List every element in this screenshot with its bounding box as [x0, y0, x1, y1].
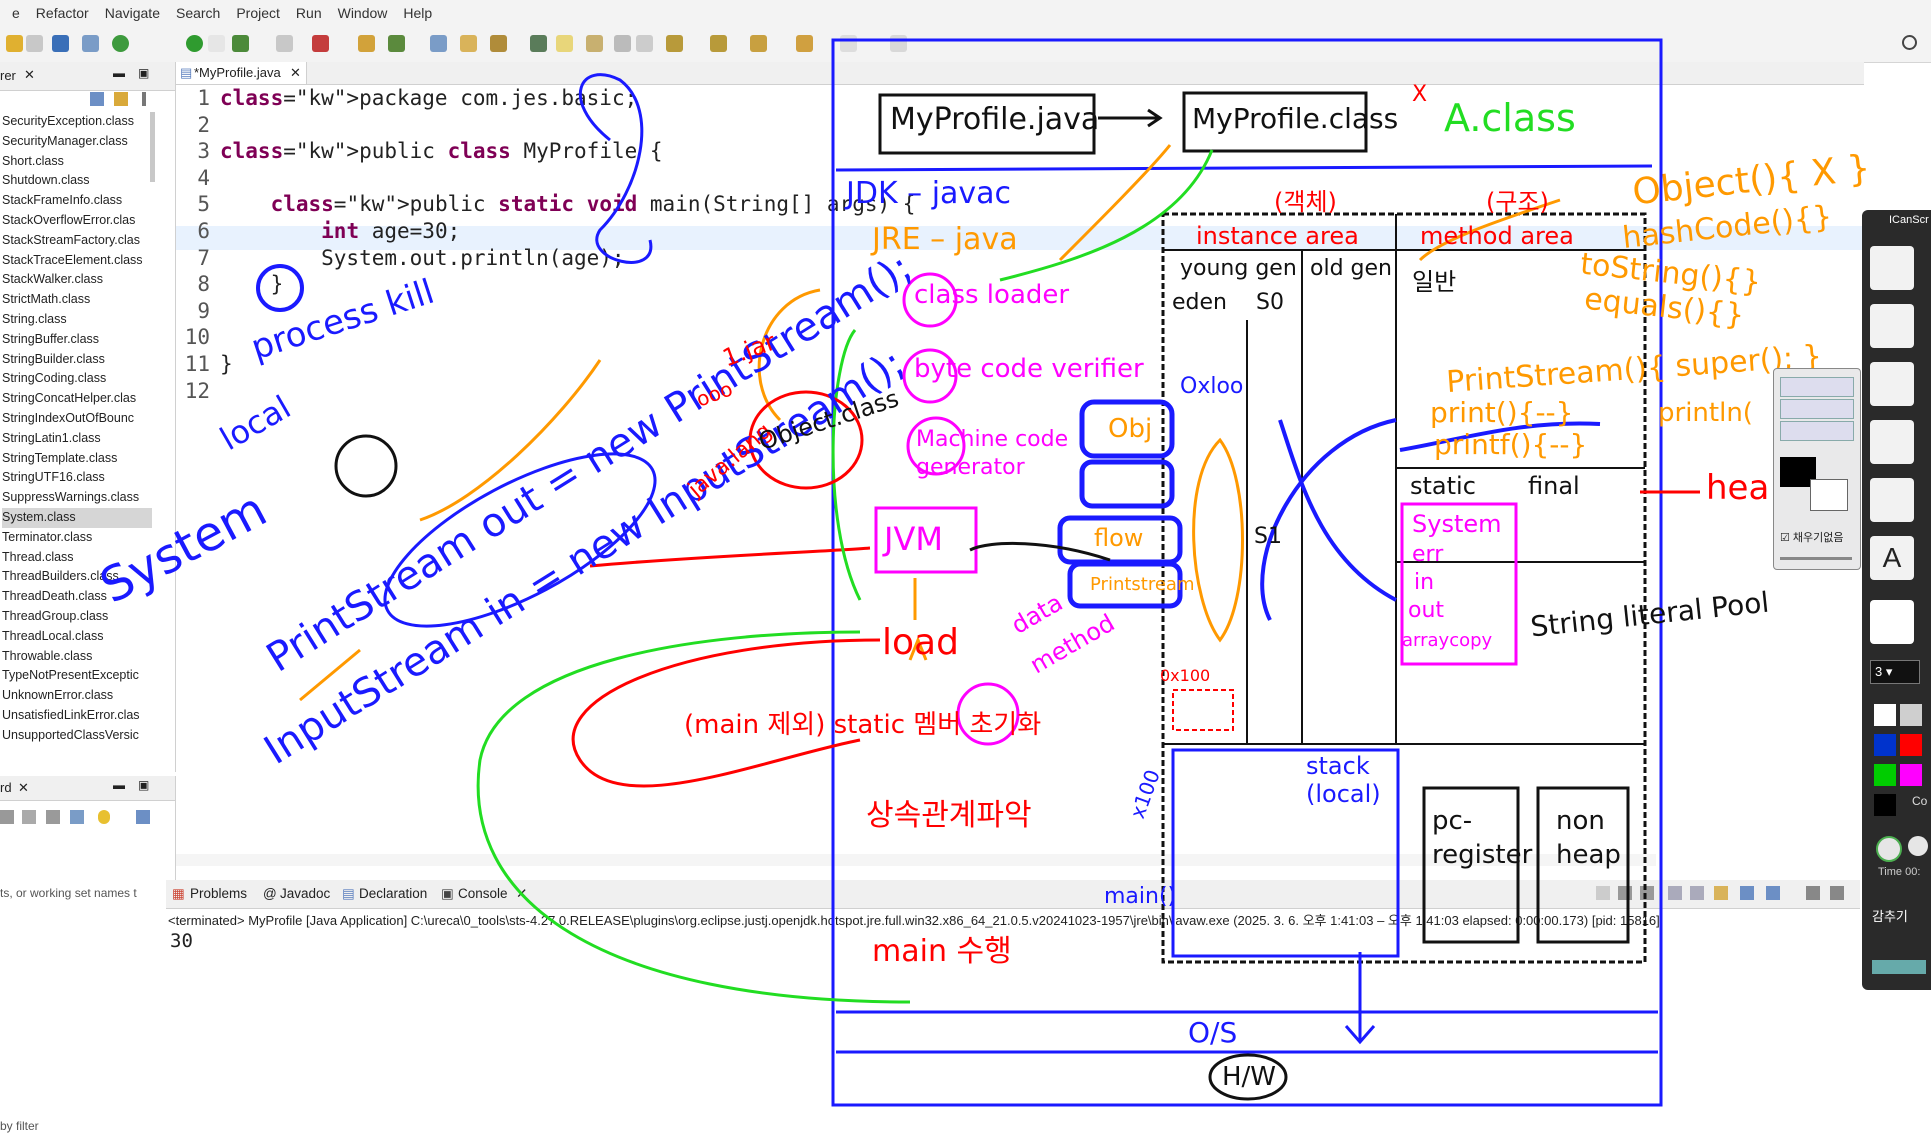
freehand-pen-icon[interactable]: [1870, 304, 1914, 348]
annotation-non-heap: non heap: [1556, 806, 1621, 870]
annotation-print: print(){--}: [1430, 396, 1574, 429]
annotation-heap: hea: [1706, 468, 1770, 508]
marker-tool-icon[interactable]: [1870, 600, 1914, 644]
annotation-instance-area: instance area: [1196, 222, 1359, 250]
line-style-dashed[interactable]: [1780, 421, 1854, 441]
color-swatch[interactable]: [1900, 704, 1922, 726]
annotation-oxloo: Oxloo: [1180, 374, 1244, 399]
annotation-eden: eden: [1172, 290, 1227, 315]
annotation-hw: H/W: [1222, 1062, 1277, 1092]
circle-tool-icon[interactable]: [1870, 420, 1914, 464]
no-fill-preview: [1810, 479, 1848, 511]
annotation-general-kr: 일반: [1412, 268, 1457, 296]
annotation-jdk: JDK – javac: [846, 176, 1012, 211]
annotation-inherit: 상속관계파악: [866, 798, 1032, 833]
blue-down-arrow: [1344, 952, 1376, 1045]
annotation-x-mark: X: [1412, 82, 1428, 107]
jvm-link: [969, 541, 1111, 562]
line-style-medium[interactable]: [1780, 399, 1854, 419]
opacity-slider[interactable]: [1780, 557, 1852, 560]
annotation-main-paren: main(): [1104, 884, 1177, 909]
color-swatch[interactable]: [1900, 734, 1922, 756]
annotation-s0: S0: [1256, 290, 1284, 315]
annotation-ox100: 0x100: [1160, 666, 1211, 685]
annotation-static: static: [1410, 472, 1476, 500]
blue-scribble: [579, 73, 653, 264]
line-tool-icon[interactable]: [1870, 362, 1914, 406]
orange-oval: [1192, 437, 1244, 643]
annotation-obj: Obj: [1108, 414, 1153, 444]
no-fill-checkbox[interactable]: ☑ 채우기없음: [1780, 529, 1844, 545]
annotation-in: in: [1414, 570, 1435, 595]
pointer-tool-icon[interactable]: [1870, 246, 1914, 290]
play-button-icon[interactable]: [1876, 836, 1902, 862]
annotation-method-area: method area: [1420, 222, 1574, 250]
annotation-a-class: A.class: [1444, 96, 1576, 140]
annotation-old-gen: old gen: [1310, 256, 1392, 281]
color-swatch[interactable]: [1874, 734, 1896, 756]
annotation-s1: S1: [1254, 524, 1282, 549]
brace-circle: [256, 264, 304, 312]
annotation-object-kr: (객체): [1274, 188, 1337, 216]
time-label: Time 00:: [1878, 866, 1921, 878]
annotation-printf: printf(){--}: [1434, 428, 1588, 461]
annotation-pc-register: pc-register: [1432, 806, 1533, 870]
annotation-out: out: [1408, 598, 1445, 623]
color-swatch[interactable]: [1900, 764, 1922, 786]
address-box: [1172, 689, 1234, 731]
size-select-value: 3: [1875, 664, 1883, 679]
annotation-err: err: [1412, 542, 1444, 567]
annotation-young-gen: young gen: [1180, 256, 1297, 281]
color-label: Co: [1912, 794, 1928, 808]
annotation-main-run: main 수행: [872, 934, 1012, 969]
capture-button[interactable]: 감추기: [1872, 906, 1912, 930]
annotation-verifier: byte code verifier: [914, 354, 1144, 384]
annotation-flow: flow: [1094, 524, 1144, 552]
line-style-thin[interactable]: [1780, 377, 1854, 397]
size-select[interactable]: 3 ▾: [1870, 660, 1920, 684]
color-swatch[interactable]: [1874, 764, 1896, 786]
annotation-final: final: [1528, 472, 1580, 500]
text-tool-icon[interactable]: A: [1870, 536, 1914, 580]
no-fill-label: 채우기없음: [1792, 532, 1844, 544]
annotation-static-init: (main 제외) static 멤버 초기화: [684, 710, 1042, 740]
annotation-println: println(: [1658, 398, 1753, 428]
annotation-struct-kr: (구조): [1486, 188, 1549, 216]
annotation-jvm: JVM: [884, 520, 943, 558]
green-loop: [476, 630, 911, 1004]
annotation-os: O/S: [1188, 1016, 1238, 1049]
color-swatch[interactable]: [1874, 704, 1896, 726]
annotation-class-loader: class loader: [914, 280, 1070, 310]
annotation-arraycopy: arraycopy: [1402, 630, 1493, 651]
color-swatch[interactable]: [1874, 794, 1896, 816]
annotation-printstream-box: Printstream: [1090, 574, 1195, 595]
annotation-myprofile-java: MyProfile.java: [890, 102, 1100, 137]
annotation-system-box: System: [1412, 510, 1502, 538]
line-width-panel: ☑ 채우기없음: [1773, 368, 1861, 570]
annotation-myprofile-class: MyProfile.class: [1192, 102, 1399, 135]
annotation-load: load: [882, 622, 959, 663]
stop-record-icon[interactable]: [1908, 836, 1928, 856]
jdk-line: [835, 164, 1653, 172]
new-circle: [334, 434, 398, 498]
annotation-machine-code: Machine code generator: [916, 427, 1069, 480]
drawing-tool-title: ICanScr: [1889, 214, 1929, 226]
gallery-icon[interactable]: [1872, 960, 1926, 974]
eraser-tool-icon[interactable]: [1870, 478, 1914, 522]
annotation-stack: stack (local): [1306, 752, 1381, 808]
